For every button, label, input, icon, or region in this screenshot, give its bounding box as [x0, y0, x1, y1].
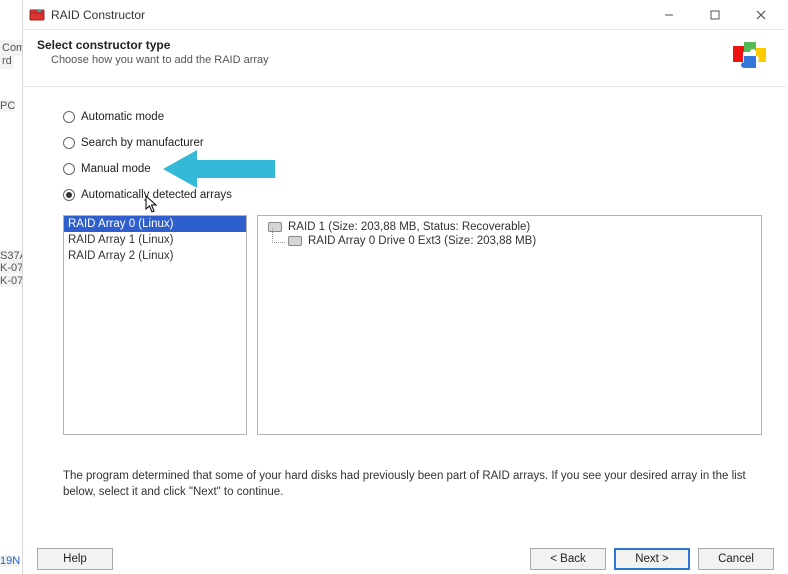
- help-button[interactable]: Help: [37, 548, 113, 570]
- hint-text: The program determined that some of your…: [63, 469, 753, 500]
- puzzle-icon: [726, 38, 770, 78]
- radio-label: Automatic mode: [81, 111, 164, 123]
- radio-search-by-manufacturer[interactable]: Search by manufacturer: [63, 137, 762, 149]
- list-item[interactable]: RAID Array 2 (Linux): [64, 248, 246, 264]
- bg-fragment: 19N: [0, 555, 20, 567]
- app-icon: [29, 7, 45, 23]
- tree-node[interactable]: RAID Array 0 Drive 0 Ext3 (Size: 203,88 …: [260, 234, 759, 248]
- close-button[interactable]: [738, 0, 784, 30]
- back-button[interactable]: < Back: [530, 548, 606, 570]
- tree-node-label: RAID Array 0 Drive 0 Ext3 (Size: 203,88 …: [308, 235, 536, 247]
- window-title: RAID Constructor: [51, 8, 145, 22]
- radio-label: Manual mode: [81, 163, 151, 175]
- list-item[interactable]: RAID Array 0 (Linux): [64, 216, 246, 232]
- radio-icon: [63, 111, 75, 123]
- wizard-footer: Help < Back Next > Cancel: [23, 544, 786, 574]
- tree-node-label: RAID 1 (Size: 203,88 MB, Status: Recover…: [288, 221, 530, 233]
- array-contents-tree[interactable]: RAID 1 (Size: 203,88 MB, Status: Recover…: [257, 215, 762, 435]
- next-button[interactable]: Next >: [614, 548, 690, 570]
- radio-icon: [63, 137, 75, 149]
- radio-automatically-detected-arrays[interactable]: Automatically detected arrays: [63, 189, 762, 201]
- wizard-body: Automatic mode Search by manufacturer Ma…: [23, 87, 786, 508]
- cancel-button[interactable]: Cancel: [698, 548, 774, 570]
- wizard-header: Select constructor type Choose how you w…: [23, 30, 786, 87]
- radio-manual-mode[interactable]: Manual mode: [63, 163, 762, 175]
- raid-constructor-window: RAID Constructor Select constructor type…: [22, 0, 786, 574]
- bg-fragment: rd: [0, 53, 14, 69]
- radio-icon: [63, 163, 75, 175]
- disk-icon: [288, 236, 302, 246]
- radio-label: Search by manufacturer: [81, 137, 204, 149]
- minimize-button[interactable]: [646, 0, 692, 30]
- arrays-listbox[interactable]: RAID Array 0 (Linux) RAID Array 1 (Linux…: [63, 215, 247, 435]
- bg-fragment: PC: [0, 100, 15, 112]
- page-subtitle: Choose how you want to add the RAID arra…: [37, 54, 716, 66]
- page-title: Select constructor type: [37, 38, 716, 52]
- radio-automatic-mode[interactable]: Automatic mode: [63, 111, 762, 123]
- list-item[interactable]: RAID Array 1 (Linux): [64, 232, 246, 248]
- maximize-button[interactable]: [692, 0, 738, 30]
- radio-icon: [63, 189, 75, 201]
- titlebar: RAID Constructor: [23, 0, 786, 30]
- radio-label: Automatically detected arrays: [81, 189, 232, 201]
- tree-node[interactable]: RAID 1 (Size: 203,88 MB, Status: Recover…: [260, 220, 759, 234]
